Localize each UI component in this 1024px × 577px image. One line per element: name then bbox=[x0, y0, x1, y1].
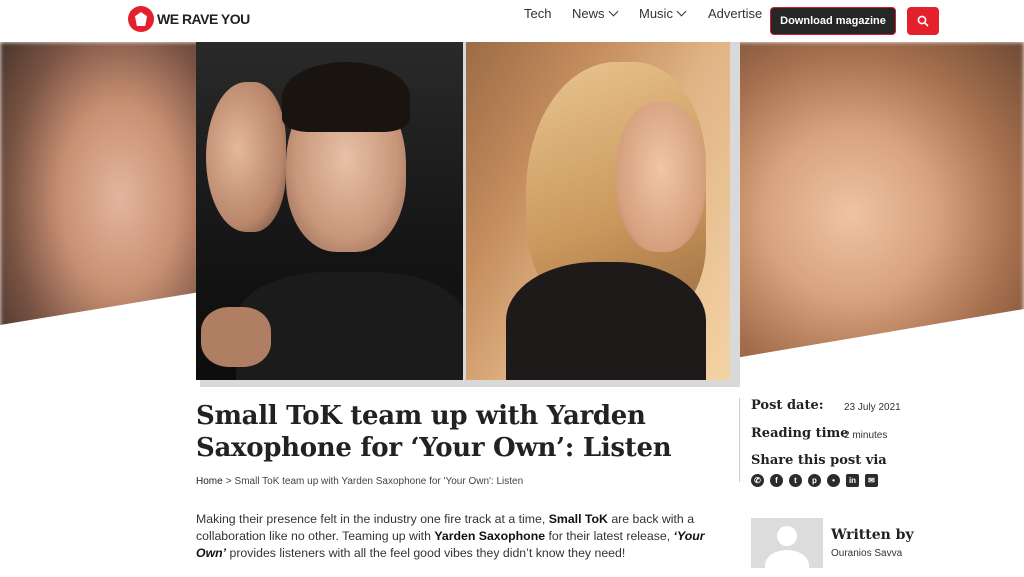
photo-detail bbox=[201, 307, 271, 367]
nav-item-advertise[interactable]: Advertise bbox=[708, 6, 762, 21]
share-icons: ✆ f t p • in ✉ bbox=[751, 474, 878, 487]
hero-banner bbox=[0, 42, 1024, 387]
photo-detail bbox=[506, 262, 706, 380]
logo-icon bbox=[128, 6, 154, 32]
sidebar-divider bbox=[739, 398, 740, 482]
avatar-placeholder-head bbox=[777, 526, 797, 546]
site-header: WE RAVE YOU Tech News Music Advertise Do… bbox=[0, 0, 1024, 42]
author-avatar[interactable] bbox=[751, 518, 823, 568]
chevron-down-icon bbox=[608, 6, 618, 16]
intro-bold-artist: Small ToK bbox=[548, 512, 608, 526]
logo-text: WE RAVE YOU bbox=[157, 11, 250, 27]
breadcrumb-home-link[interactable]: Home bbox=[196, 476, 223, 487]
photo-detail bbox=[206, 82, 286, 232]
author-name-link[interactable]: Ouranios Savva bbox=[831, 548, 902, 559]
article-intro: Making their presence felt in the indust… bbox=[196, 511, 736, 562]
photo-detail bbox=[282, 62, 410, 132]
post-date-label: Post date: bbox=[751, 398, 824, 413]
avatar-placeholder-body bbox=[765, 550, 809, 568]
intro-text: for their latest release, bbox=[545, 529, 674, 543]
twitter-icon[interactable]: t bbox=[789, 474, 802, 487]
nav-item-tech[interactable]: Tech bbox=[524, 6, 551, 21]
breadcrumb-separator: > bbox=[225, 476, 232, 487]
reddit-icon[interactable]: • bbox=[827, 474, 840, 487]
search-icon bbox=[917, 15, 929, 27]
linkedin-icon[interactable]: in bbox=[846, 474, 859, 487]
download-magazine-button[interactable]: Download magazine bbox=[770, 7, 896, 35]
nav-item-music[interactable]: Music bbox=[639, 5, 687, 21]
site-logo[interactable]: WE RAVE YOU bbox=[128, 6, 250, 32]
article-title: Small ToK team up with Yarden Saxophone … bbox=[196, 401, 672, 463]
nav-label: Music bbox=[639, 5, 673, 21]
intro-text: Making their presence felt in the indust… bbox=[196, 512, 549, 526]
whatsapp-icon[interactable]: ✆ bbox=[751, 474, 764, 487]
reading-time-label: Reading time bbox=[751, 426, 849, 441]
photo-detail bbox=[616, 102, 706, 252]
nav-label: Tech bbox=[524, 5, 552, 21]
intro-text: provides listeners with all the feel goo… bbox=[226, 546, 626, 560]
hero-photo-yarden-saxophone bbox=[466, 42, 730, 380]
breadcrumb: Home > Small ToK team up with Yarden Sax… bbox=[196, 476, 523, 487]
email-icon[interactable]: ✉ bbox=[865, 474, 878, 487]
written-by-label: Written by bbox=[831, 527, 914, 543]
nav-label: News bbox=[572, 5, 605, 21]
breadcrumb-current: Small ToK team up with Yarden Saxophone … bbox=[234, 476, 524, 487]
facebook-icon[interactable]: f bbox=[770, 474, 783, 487]
reading-time-value: 2 minutes bbox=[844, 430, 888, 441]
chevron-down-icon bbox=[676, 6, 687, 16]
pinterest-icon[interactable]: p bbox=[808, 474, 821, 487]
nav-item-news[interactable]: News bbox=[572, 5, 618, 21]
post-date-value: 23 July 2021 bbox=[844, 402, 901, 413]
intro-bold-artist: Yarden Saxophone bbox=[434, 529, 546, 543]
hero-photo-small-tok bbox=[196, 42, 463, 380]
nav-label: Advertise bbox=[708, 5, 763, 21]
share-label: Share this post via bbox=[751, 453, 887, 468]
search-button[interactable] bbox=[907, 7, 939, 35]
